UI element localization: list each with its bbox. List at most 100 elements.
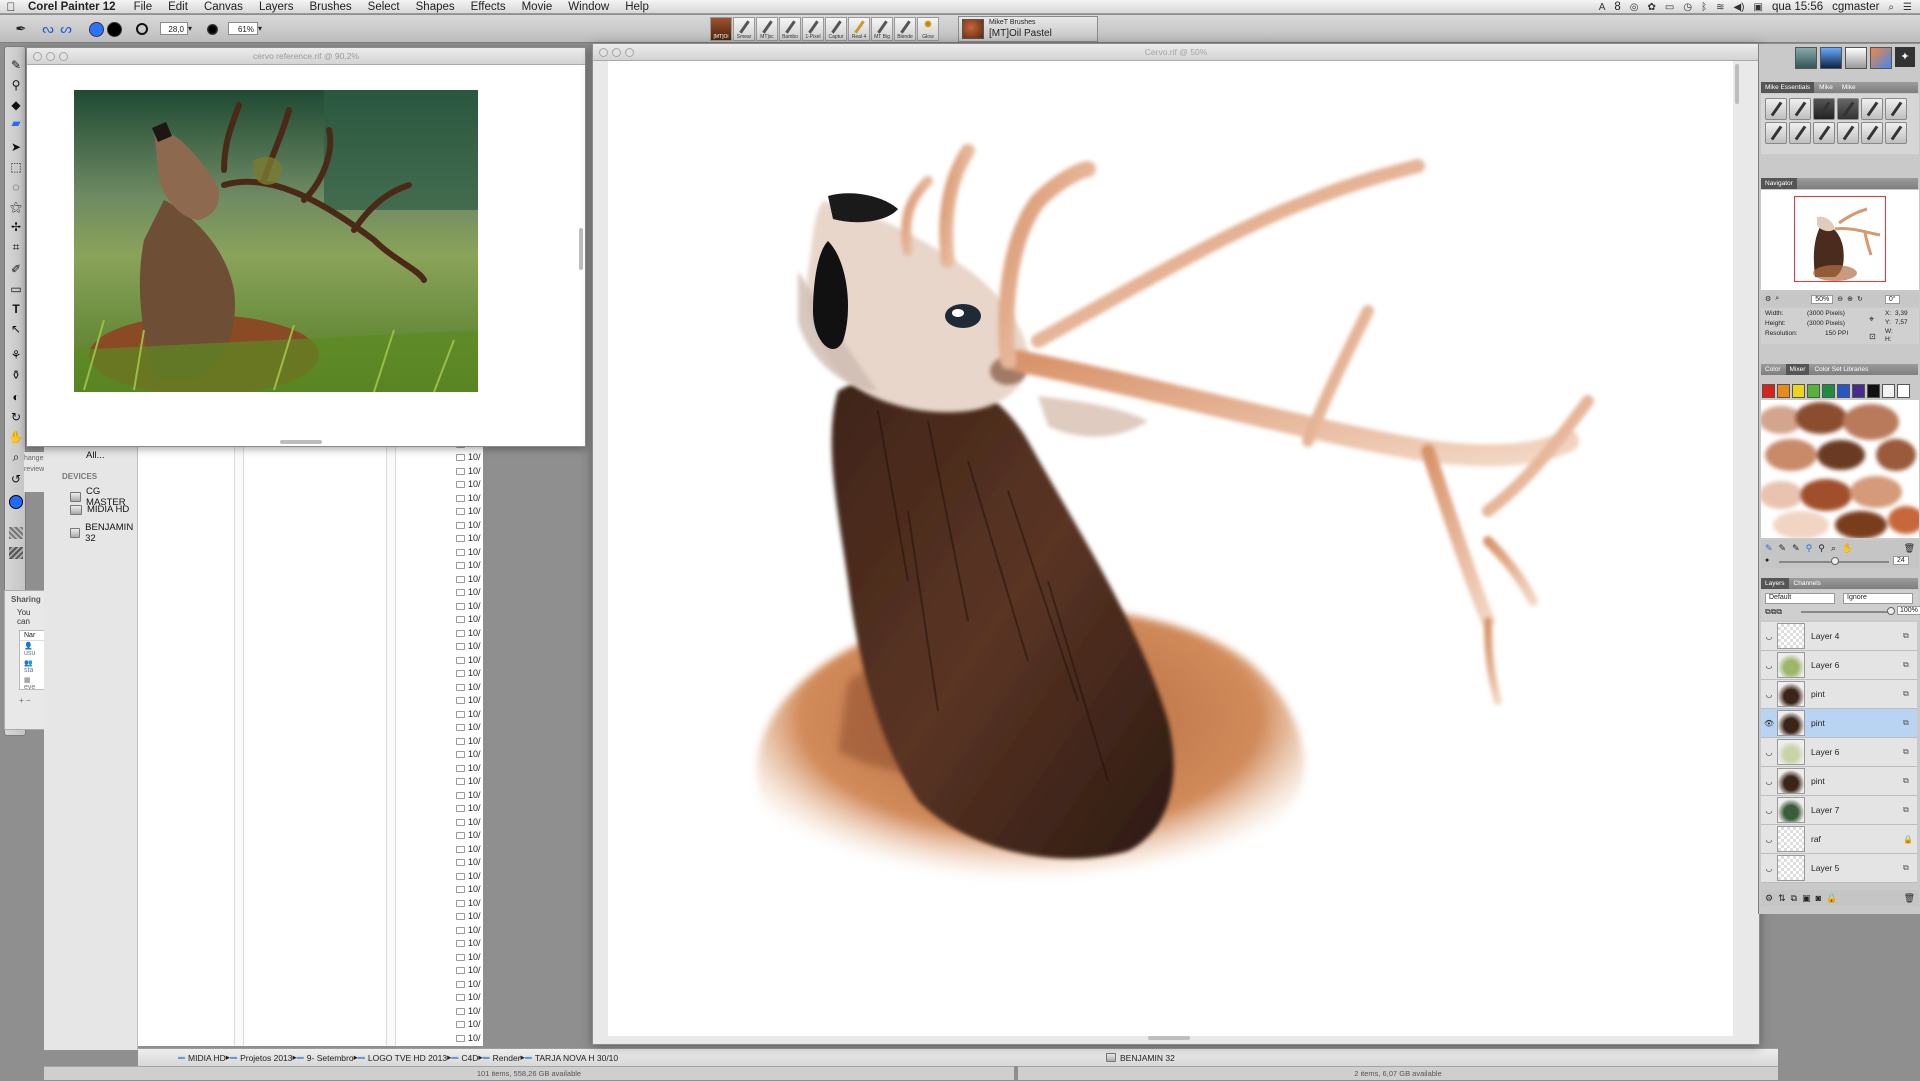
- list-item[interactable]: 10/: [450, 546, 483, 560]
- visibility-eye-icon[interactable]: ◡: [1761, 632, 1777, 641]
- visibility-eye-icon[interactable]: ◡: [1761, 806, 1777, 815]
- zoom-out-icon[interactable]: ⊖: [1837, 295, 1843, 303]
- list-item[interactable]: 10/: [450, 735, 483, 749]
- mixer-color-swatch[interactable]: [1807, 384, 1820, 398]
- layer-composite-icon[interactable]: ⧉: [1903, 718, 1917, 728]
- mixer-color-swatch[interactable]: [1897, 384, 1910, 398]
- layer-row[interactable]: 👁 pint ⧉: [1761, 709, 1917, 738]
- list-item[interactable]: 10/: [450, 951, 483, 965]
- visibility-eye-icon[interactable]: ◡: [1761, 690, 1777, 699]
- brush-size-dropdown-icon[interactable]: ▾: [188, 22, 198, 35]
- reference-window-titlebar[interactable]: cervo reference.rif @ 90,2%: [27, 48, 585, 65]
- brush-variant-icon[interactable]: [1789, 122, 1811, 144]
- nozzle-library-icon[interactable]: [1870, 47, 1892, 69]
- cloner-tool-icon[interactable]: ⚘: [7, 347, 25, 363]
- list-item[interactable]: 10/: [450, 505, 483, 519]
- display-icon[interactable]: ▭: [1665, 2, 1674, 13]
- list-item[interactable]: 10/: [450, 843, 483, 857]
- brush-variant-icon[interactable]: [1813, 98, 1835, 120]
- menu-app-name[interactable]: Corel Painter 12: [28, 1, 116, 13]
- navigator-zoom-field[interactable]: 50%: [1811, 294, 1834, 304]
- mix-color-icon[interactable]: ✎: [1792, 543, 1800, 554]
- column-divider[interactable]: [234, 370, 244, 1046]
- list-item[interactable]: 10/: [450, 762, 483, 776]
- gradient-library-icon[interactable]: [1845, 47, 1867, 69]
- recent-brush-slot[interactable]: ✸ Glow: [917, 17, 939, 41]
- navigator-viewport[interactable]: [1794, 196, 1886, 282]
- brush-variant-icon[interactable]: [1789, 98, 1811, 120]
- shape-selection-tool-icon[interactable]: ↖: [7, 321, 25, 337]
- recent-brush-slot[interactable]: MT]sc: [756, 17, 778, 41]
- list-item[interactable]: 10/: [450, 883, 483, 897]
- tab-color[interactable]: Color: [1761, 364, 1785, 375]
- list-item[interactable]: 10/: [450, 910, 483, 924]
- column-divider[interactable]: [386, 370, 396, 1046]
- mixer-pad[interactable]: [1761, 400, 1919, 538]
- brush-variant-icon[interactable]: [1837, 122, 1859, 144]
- minimize-button[interactable]: [46, 52, 55, 61]
- list-item[interactable]: 10/: [450, 897, 483, 911]
- crop-tool-icon[interactable]: ⌗: [7, 239, 25, 255]
- recent-brush-slot[interactable]: [MT]Oi: [710, 17, 732, 41]
- notification-list-icon[interactable]: ☰: [1903, 2, 1912, 13]
- layer-composite-icon[interactable]: ⧉: [1903, 631, 1917, 641]
- status-icon[interactable]: ◎: [1630, 2, 1639, 13]
- freehand-stroke-icon[interactable]: ᔓ: [40, 19, 56, 39]
- pattern-library-icon[interactable]: [1820, 47, 1842, 69]
- secondary-color-swatch[interactable]: [106, 19, 122, 39]
- layer-row[interactable]: ◡ Layer 6 ⧉: [1761, 651, 1917, 680]
- navigator-title[interactable]: Navigator: [1761, 178, 1797, 189]
- list-item[interactable]: 10/: [450, 627, 483, 641]
- layer-composite-icon[interactable]: ⧉: [1903, 689, 1917, 699]
- breadcrumb-item[interactable]: TARJA NOVA H 30/10: [535, 1053, 618, 1063]
- mixer-size-slider-thumb[interactable]: [1831, 557, 1839, 565]
- visibility-eye-icon[interactable]: ◡: [1761, 777, 1777, 786]
- menu-edit[interactable]: Edit: [168, 1, 188, 13]
- pen-tool-icon[interactable]: ✐: [7, 261, 25, 277]
- vertical-scrollbar[interactable]: [1735, 64, 1739, 104]
- magic-wand-tool-icon[interactable]: ⚝: [7, 199, 25, 215]
- rotate-icon[interactable]: ↻: [1857, 295, 1863, 303]
- wifi-icon[interactable]: ≋: [1716, 2, 1724, 13]
- list-item[interactable]: 10/: [450, 856, 483, 870]
- brush-variant-icon[interactable]: [1885, 122, 1907, 144]
- magnifier-tool-icon[interactable]: ⌕: [7, 449, 25, 465]
- new-layer-icon[interactable]: ▣: [1802, 893, 1811, 904]
- list-item[interactable]: 10/: [450, 789, 483, 803]
- list-item[interactable]: 10/: [450, 532, 483, 546]
- dirty-brush-icon[interactable]: ✎: [1765, 543, 1773, 554]
- sharing-user-row[interactable]: ▦ eve: [20, 675, 44, 692]
- list-item[interactable]: 10/: [450, 802, 483, 816]
- brush-selector-icon[interactable]: ✒: [8, 19, 34, 39]
- layer-row[interactable]: ◡ Layer 6 ⧉: [1761, 738, 1917, 767]
- mixer-size-field[interactable]: 24: [1893, 556, 1909, 565]
- brush-category-icon[interactable]: [962, 19, 984, 39]
- menu-help[interactable]: Help: [625, 1, 649, 13]
- mixer-color-swatch[interactable]: [1777, 384, 1790, 398]
- list-item[interactable]: 10/: [450, 694, 483, 708]
- layer-opacity-thumb[interactable]: [1887, 607, 1895, 615]
- zoom-in-icon[interactable]: ⊕: [1847, 295, 1853, 303]
- breadcrumb-item[interactable]: Projetos 2013: [240, 1053, 292, 1063]
- rectangle-shape-tool-icon[interactable]: ▭: [7, 281, 25, 297]
- list-item[interactable]: 10/: [450, 1005, 483, 1019]
- spotlight-search-icon[interactable]: ⌕: [1888, 2, 1894, 13]
- tab-layers[interactable]: Layers: [1761, 578, 1789, 589]
- color-swatches-icon[interactable]: [7, 495, 25, 511]
- recent-brush-slot[interactable]: 1-Pixel: [802, 17, 824, 41]
- grabber-tool-icon[interactable]: ✋: [7, 429, 25, 445]
- list-item[interactable]: 10/: [450, 924, 483, 938]
- list-item[interactable]: 10/: [450, 816, 483, 830]
- tab-mike-essentials[interactable]: Mike Essentials: [1761, 82, 1815, 93]
- apple-icon[interactable]: : [0, 0, 22, 14]
- text-tool-icon[interactable]: T: [7, 301, 25, 317]
- sharing-user-row[interactable]: 👥 sta: [20, 658, 44, 675]
- mixer-color-swatch[interactable]: [1867, 384, 1880, 398]
- breadcrumb-item[interactable]: C4D: [461, 1053, 478, 1063]
- layer-composite-icon[interactable]: ⧉: [1903, 660, 1917, 670]
- menu-canvas[interactable]: Canvas: [204, 1, 243, 13]
- list-item[interactable]: 10/: [450, 600, 483, 614]
- navigator-angle-field[interactable]: 0°: [1884, 294, 1900, 304]
- paper-texture-icon[interactable]: [7, 527, 25, 543]
- dynamic-plugins-icon[interactable]: ⇅: [1778, 893, 1786, 904]
